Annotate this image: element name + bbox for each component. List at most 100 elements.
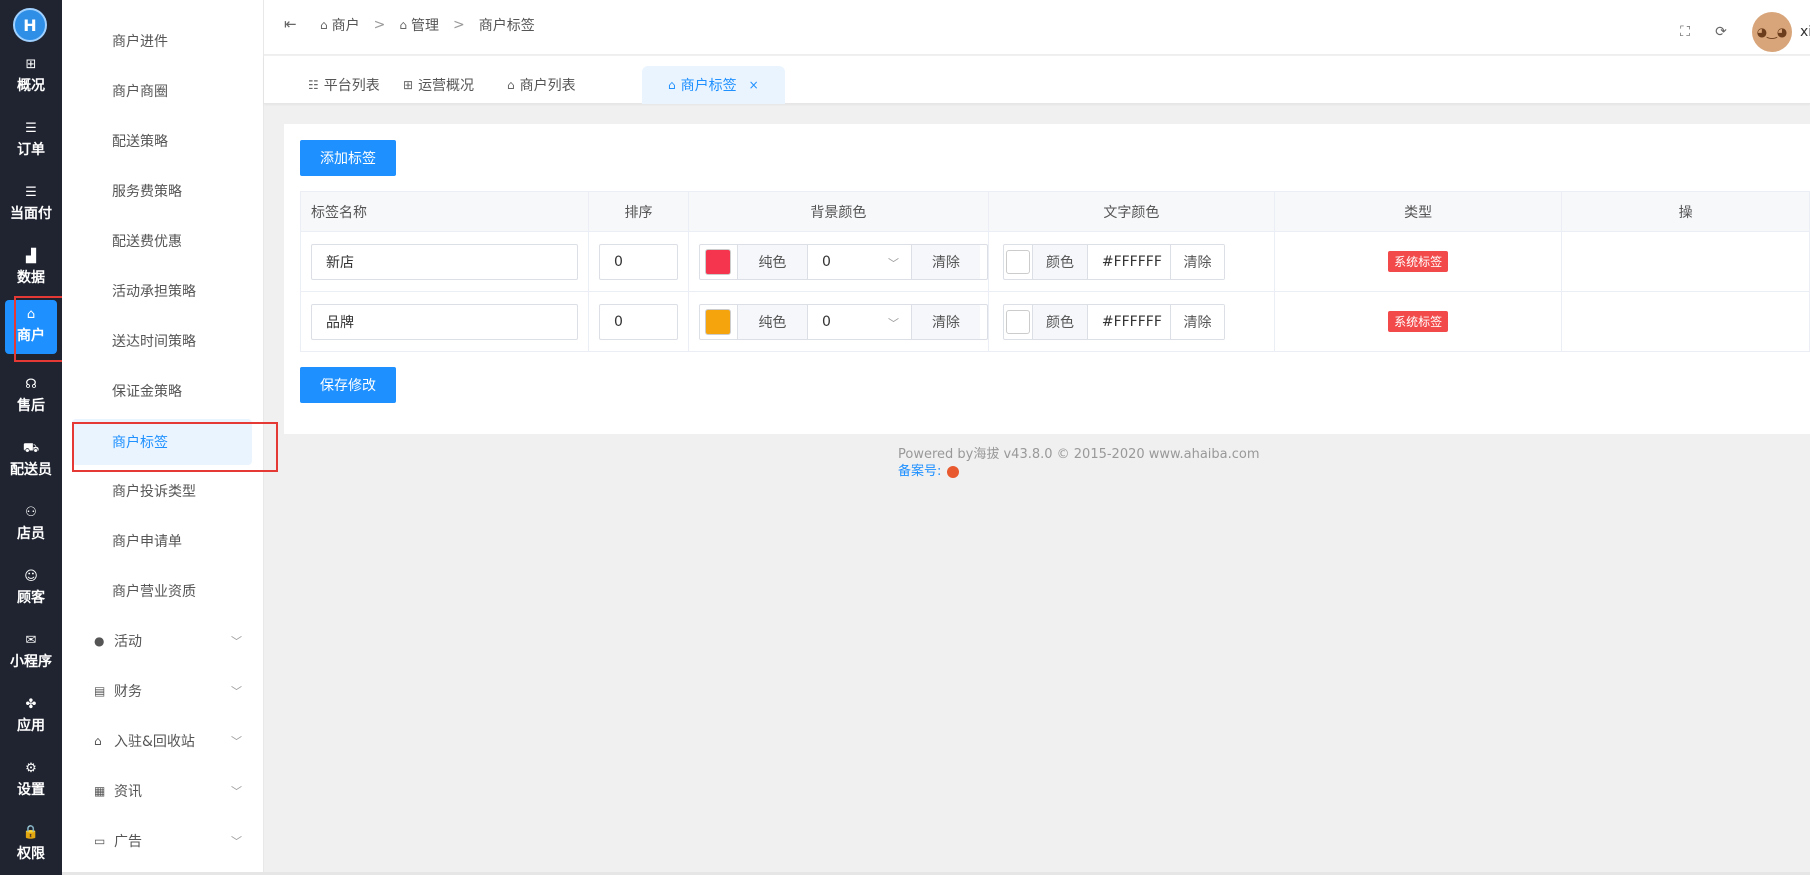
breadcrumb-item[interactable]: ⌂ 管理	[399, 15, 439, 35]
actions-cell	[1561, 291, 1810, 352]
bg-mode-label: 纯色	[737, 304, 808, 339]
rail-item-face-pay[interactable]: ☰ 当面付	[0, 176, 62, 232]
main-nav-rail: H ⊞ 概况 ☰ 订单 ☰ 当面付 ▟ 数据 ⌂ 商户 ☊ 售后 ⛟ 配送员 ⚇…	[0, 0, 62, 875]
text-color-group: 颜色 #FFFFFF 清除	[1002, 243, 1225, 280]
submenu-item-delivery-strategy[interactable]: 配送策略	[72, 119, 252, 163]
submenu-item-delivery-fee-discount[interactable]: 配送费优惠	[72, 219, 252, 263]
news-icon: ▦	[94, 784, 106, 798]
sort-input[interactable]	[598, 303, 678, 340]
submenu-item-deposit-strategy[interactable]: 保证金策略	[72, 369, 252, 413]
text-mode-label: 颜色	[1033, 304, 1088, 339]
submenu-group-finance[interactable]: ▤ 财务 ﹀	[72, 669, 252, 713]
tags-table: 标签名称 排序 背景颜色 文字颜色 类型 操 纯色 0﹀ 清除	[300, 191, 1810, 352]
rail-item-after-sales[interactable]: ☊ 售后	[0, 368, 62, 424]
chevron-down-icon: ﹀	[231, 735, 242, 748]
staff-icon: ⚇	[25, 504, 37, 520]
beian-link[interactable]: 备案号:	[898, 464, 941, 479]
submenu-item-delivery-time-strategy[interactable]: 送达时间策略	[72, 319, 252, 363]
submenu-item-service-fee-strategy[interactable]: 服务费策略	[72, 169, 252, 213]
breadcrumb-item: 商户标签	[478, 18, 535, 34]
bg-clear-button[interactable]: 清除	[911, 244, 980, 279]
collapse-menu-icon[interactable]: ⇤	[284, 15, 297, 33]
bg-gradient-select[interactable]: 0 ﹀	[808, 304, 912, 339]
activity-icon: ●	[94, 634, 105, 648]
submenu-item-activity-cost-strategy[interactable]: 活动承担策略	[72, 269, 252, 313]
app-logo[interactable]: H	[13, 8, 47, 42]
save-changes-button[interactable]: 保存修改	[300, 367, 396, 403]
bg-color-picker[interactable]	[700, 244, 738, 279]
actions-cell	[1561, 231, 1810, 292]
submenu-item-merchant-applications[interactable]: 商户申请单	[72, 519, 252, 563]
tab-platform-list[interactable]: ☷ 平台列表	[308, 66, 380, 104]
tag-name-input[interactable]	[311, 303, 578, 340]
rail-item-settings[interactable]: ⚙ 设置	[0, 752, 62, 808]
store-icon: ⌂	[668, 78, 676, 92]
column-header-type: 类型	[1273, 191, 1563, 232]
ad-icon: ▭	[94, 834, 106, 848]
store-icon: ⌂	[94, 734, 102, 748]
store-icon: ⌂	[399, 18, 407, 32]
chevron-down-icon: ﹀	[231, 635, 242, 648]
tab-operation-overview[interactable]: ⊞ 运营概况	[403, 66, 474, 104]
submenu-item-merchant-district[interactable]: 商户商圈	[72, 69, 252, 113]
submenu-item-business-qualification[interactable]: 商户营业资质	[72, 569, 252, 613]
breadcrumb-separator: >	[373, 17, 386, 33]
rail-item-overview[interactable]: ⊞ 概况	[0, 48, 62, 104]
store-icon: ⌂	[507, 78, 515, 92]
fullscreen-icon[interactable]: ⛶	[1674, 21, 1696, 43]
close-icon[interactable]: ×	[749, 78, 759, 92]
powered-by-text: Powered by海拔 v43.8.0 © 2015-2020 www.aha…	[898, 447, 1260, 462]
rail-item-customer[interactable]: ☺ 顾客	[0, 560, 62, 616]
rail-item-apps[interactable]: ✤ 应用	[0, 688, 62, 744]
text-color-picker[interactable]	[1004, 244, 1034, 279]
color-swatch	[705, 248, 732, 275]
submenu-item-complaint-types[interactable]: 商户投诉类型	[72, 469, 252, 513]
rail-item-orders[interactable]: ☰ 订单	[0, 112, 62, 168]
annotation-highlight-box	[72, 422, 278, 472]
submenu-group-activity[interactable]: ● 活动 ﹀	[72, 619, 252, 663]
status-badge: 系统标签	[1388, 311, 1449, 332]
submenu-item-merchant-onboarding[interactable]: 商户进件	[72, 19, 252, 63]
mini-program-icon: ✉	[25, 632, 37, 648]
table-row: 纯色 0﹀ 清除 颜色 #FFFFFF 清除 系统标签	[300, 231, 1810, 292]
tab-merchant-list[interactable]: ⌂ 商户列表	[507, 66, 576, 104]
tag-name-input[interactable]	[311, 243, 578, 280]
bg-clear-button[interactable]: 清除	[911, 304, 980, 339]
username[interactable]: xia	[1800, 24, 1810, 40]
refresh-icon[interactable]: ⟳	[1710, 21, 1732, 43]
avatar[interactable]: ◕‿◕	[1752, 12, 1792, 52]
table-header-row: 标签名称 排序 背景颜色 文字颜色 类型 操	[300, 191, 1810, 232]
store-icon: ⌂	[26, 306, 36, 322]
bg-gradient-select[interactable]: 0 ﹀	[808, 244, 912, 279]
submenu-group-news[interactable]: ▦ 资讯 ﹀	[72, 769, 252, 813]
rail-item-permissions[interactable]: 🔒 权限	[0, 816, 62, 872]
breadcrumb-separator: >	[452, 17, 465, 33]
rail-item-data[interactable]: ▟ 数据	[0, 240, 62, 296]
submenu-group-onboarding-recycle[interactable]: ⌂ 入驻&回收站 ﹀	[72, 719, 252, 763]
submenu-group-ads[interactable]: ▭ 广告 ﹀	[72, 819, 252, 863]
breadcrumb: ⌂ 商户 > ⌂ 管理 > 商户标签	[320, 15, 535, 35]
breadcrumb-item[interactable]: ⌂ 商户	[320, 15, 360, 35]
rail-item-courier[interactable]: ⛟ 配送员	[0, 432, 62, 488]
chevron-down-icon: ﹀	[231, 685, 242, 698]
sort-input[interactable]	[598, 243, 678, 280]
data-chart-icon: ▟	[26, 248, 36, 264]
text-color-hex-input[interactable]: #FFFFFF	[1088, 304, 1172, 339]
text-color-group: 颜色 #FFFFFF 清除	[1002, 303, 1225, 340]
text-color-picker[interactable]	[1004, 304, 1034, 339]
column-header-sort: 排序	[587, 191, 689, 232]
table-row: 纯色 0﹀ 清除 颜色 #FFFFFF 清除 系统标签	[300, 291, 1810, 352]
text-color-hex-input[interactable]: #FFFFFF	[1088, 244, 1172, 279]
payment-list-icon: ☰	[25, 184, 37, 200]
tab-merchant-tags[interactable]: ⌂ 商户标签 ×	[642, 66, 785, 104]
text-clear-button[interactable]: 清除	[1171, 244, 1224, 279]
color-swatch	[705, 308, 732, 335]
rail-item-clerk[interactable]: ⚇ 店员	[0, 496, 62, 552]
rail-item-mini-program[interactable]: ✉ 小程序	[0, 624, 62, 680]
order-list-icon: ☰	[25, 120, 37, 136]
page-footer: Powered by海拔 v43.8.0 © 2015-2020 www.aha…	[898, 446, 1260, 480]
bg-color-picker[interactable]	[700, 304, 738, 339]
column-header-tag-name: 标签名称	[300, 191, 589, 232]
add-tag-button[interactable]: 添加标签	[300, 140, 396, 176]
text-clear-button[interactable]: 清除	[1171, 304, 1224, 339]
